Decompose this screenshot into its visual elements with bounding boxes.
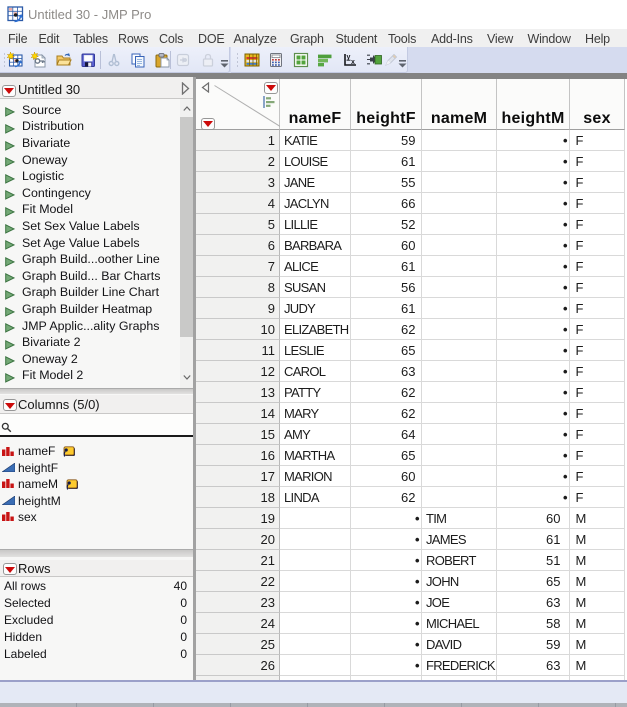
- svg-text:x: x: [351, 59, 355, 66]
